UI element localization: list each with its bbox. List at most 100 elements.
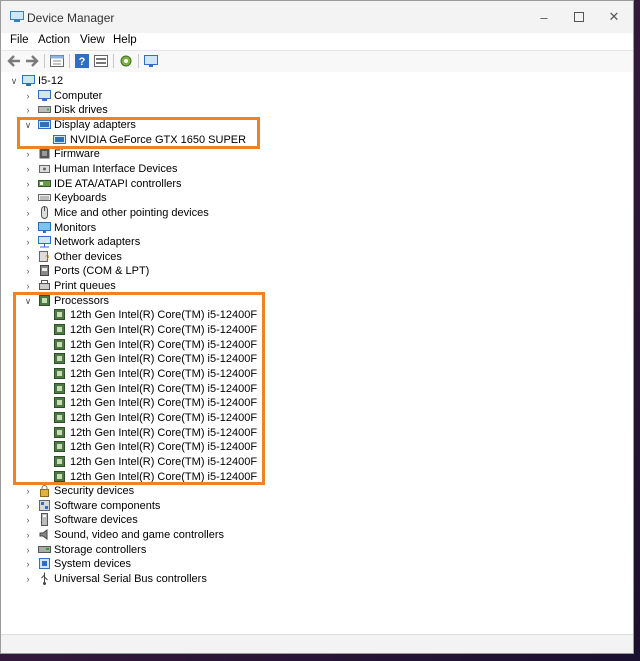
tree-device-item[interactable]: 12th Gen Intel(R) Core(TM) i5-12400F	[1, 440, 601, 454]
tree-device-item[interactable]: 12th Gen Intel(R) Core(TM) i5-12400F	[1, 382, 601, 396]
toolbar-separator	[44, 54, 45, 68]
tree-category-print-queues[interactable]: › Print queues	[1, 279, 601, 293]
help-icon[interactable]: ?	[74, 53, 90, 69]
tree-device-item[interactable]: 12th Gen Intel(R) Core(TM) i5-12400F	[1, 338, 601, 352]
expand-chevron-icon[interactable]: ›	[24, 250, 32, 264]
tree-category-firmware[interactable]: › Firmware	[1, 147, 601, 161]
expand-chevron-icon[interactable]: ›	[24, 235, 32, 249]
processor-icon	[54, 412, 65, 423]
toolbar-separator	[69, 54, 70, 68]
tree-device-item[interactable]: 12th Gen Intel(R) Core(TM) i5-12400F	[1, 411, 601, 425]
tree-item-label: Universal Serial Bus controllers	[54, 573, 207, 585]
menu-view[interactable]: View	[80, 34, 105, 46]
processor-icon	[54, 324, 65, 335]
properties-icon[interactable]	[49, 53, 65, 69]
collapse-chevron-icon[interactable]: ∨	[24, 118, 32, 132]
tree-item-label: System devices	[54, 558, 132, 570]
display-adapter-icon	[38, 120, 51, 129]
expand-chevron-icon[interactable]: ›	[24, 499, 32, 513]
tree-device-item[interactable]: 12th Gen Intel(R) Core(TM) i5-12400F	[1, 323, 601, 337]
minimize-icon: –	[540, 9, 548, 25]
toolbar-separator	[138, 54, 139, 68]
expand-chevron-icon[interactable]: ›	[24, 528, 32, 542]
tree-category-other-devices[interactable]: ›? Other devices	[1, 250, 601, 264]
tree-device-item[interactable]: 12th Gen Intel(R) Core(TM) i5-12400F	[1, 455, 601, 469]
tree-item-label: 12th Gen Intel(R) Core(TM) i5-12400F	[70, 471, 258, 483]
expand-chevron-icon[interactable]: ›	[24, 177, 32, 191]
tree-category-display-adapters[interactable]: ∨ Display adapters	[1, 118, 601, 132]
tree-item-label: Storage controllers	[54, 544, 147, 556]
expand-chevron-icon[interactable]: ›	[24, 221, 32, 235]
expand-chevron-icon[interactable]: ›	[24, 89, 32, 103]
computer-icon	[38, 90, 51, 101]
tree-item-label: Ports (COM & LPT)	[54, 265, 150, 277]
tree-device-item[interactable]: 12th Gen Intel(R) Core(TM) i5-12400F	[1, 470, 601, 484]
collapse-chevron-icon[interactable]: ∨	[10, 74, 18, 88]
tree-category-sound-video-and-game-controllers[interactable]: › Sound, video and game controllers	[1, 528, 601, 542]
menu-help[interactable]: Help	[113, 34, 137, 46]
tree-item-label: Software devices	[54, 514, 138, 526]
tree-category-mice-and-other-pointing-devices[interactable]: › Mice and other pointing devices	[1, 206, 601, 220]
device-tree[interactable]: ∨ I5-12 › Computer › Disk drives ∨ Display adap…	[1, 72, 633, 635]
expand-chevron-icon[interactable]: ›	[24, 543, 32, 557]
forward-arrow-icon[interactable]	[24, 53, 40, 69]
tree-device-item[interactable]: NVIDIA GeForce GTX 1650 SUPER	[1, 133, 601, 147]
tree-item-label: Keyboards	[54, 192, 107, 204]
update-driver-icon[interactable]	[93, 53, 109, 69]
expand-chevron-icon[interactable]: ›	[24, 279, 32, 293]
menu-file[interactable]: File	[10, 34, 29, 46]
tree-category-storage-controllers[interactable]: › Storage controllers	[1, 543, 601, 557]
expand-chevron-icon[interactable]: ›	[24, 572, 32, 586]
monitor-icon	[38, 222, 51, 233]
title-bar: Device Manager – ✕	[1, 1, 633, 33]
maximize-button[interactable]	[565, 7, 593, 27]
tree-root[interactable]: ∨ I5-12	[1, 74, 601, 88]
collapse-chevron-icon[interactable]: ∨	[24, 294, 32, 308]
tree-category-monitors[interactable]: › Monitors	[1, 221, 601, 235]
minimize-button[interactable]: –	[530, 7, 558, 27]
tree-device-item[interactable]: 12th Gen Intel(R) Core(TM) i5-12400F	[1, 396, 601, 410]
expand-chevron-icon[interactable]: ›	[24, 484, 32, 498]
usb-icon	[41, 572, 48, 585]
tree-item-label: 12th Gen Intel(R) Core(TM) i5-12400F	[70, 324, 258, 336]
tree-category-human-interface-devices[interactable]: › Human Interface Devices	[1, 162, 601, 176]
expand-chevron-icon[interactable]: ›	[24, 103, 32, 117]
menu-action[interactable]: Action	[38, 34, 70, 46]
expand-chevron-icon[interactable]: ›	[24, 162, 32, 176]
tree-category-security-devices[interactable]: › Security devices	[1, 484, 601, 498]
tree-category-software-components[interactable]: › Software components	[1, 499, 601, 513]
tree-category-ports-com-lpt[interactable]: › Ports (COM & LPT)	[1, 264, 601, 278]
tree-item-label: Security devices	[54, 485, 135, 497]
processor-icon	[54, 339, 65, 350]
close-button[interactable]: ✕	[600, 7, 628, 27]
tree-item-label: Sound, video and game controllers	[54, 529, 224, 541]
tree-category-keyboards[interactable]: › Keyboards	[1, 191, 601, 205]
tree-category-processors[interactable]: ∨ Processors	[1, 294, 601, 308]
back-arrow-icon[interactable]	[6, 53, 22, 69]
processor-icon	[54, 353, 65, 364]
expand-chevron-icon[interactable]: ›	[24, 206, 32, 220]
scan-hardware-icon[interactable]	[118, 53, 134, 69]
tree-category-ide-ata-atapi-controllers[interactable]: › IDE ATA/ATAPI controllers	[1, 177, 601, 191]
tree-category-disk-drives[interactable]: › Disk drives	[1, 103, 601, 117]
tree-item-label: NVIDIA GeForce GTX 1650 SUPER	[70, 134, 247, 146]
tree-category-computer[interactable]: › Computer	[1, 89, 601, 103]
tree-item-label: Software components	[54, 500, 161, 512]
expand-chevron-icon[interactable]: ›	[24, 557, 32, 571]
tree-device-item[interactable]: 12th Gen Intel(R) Core(TM) i5-12400F	[1, 308, 601, 322]
expand-chevron-icon[interactable]: ›	[24, 513, 32, 527]
monitor-icon[interactable]	[143, 53, 159, 69]
tree-device-item[interactable]: 12th Gen Intel(R) Core(TM) i5-12400F	[1, 352, 601, 366]
processor-icon	[54, 309, 65, 320]
expand-chevron-icon[interactable]: ›	[24, 264, 32, 278]
tree-category-system-devices[interactable]: › System devices	[1, 557, 601, 571]
expand-chevron-icon[interactable]: ›	[24, 147, 32, 161]
processor-icon	[39, 295, 50, 306]
tree-device-item[interactable]: 12th Gen Intel(R) Core(TM) i5-12400F	[1, 426, 601, 440]
tree-category-software-devices[interactable]: › Software devices	[1, 513, 601, 527]
expand-chevron-icon[interactable]: ›	[24, 191, 32, 205]
tree-category-universal-serial-bus-controllers[interactable]: › Universal Serial Bus controllers	[1, 572, 601, 586]
tree-category-network-adapters[interactable]: › Network adapters	[1, 235, 601, 249]
tree-device-item[interactable]: 12th Gen Intel(R) Core(TM) i5-12400F	[1, 367, 601, 381]
tree-item-label: Processors	[54, 295, 110, 307]
